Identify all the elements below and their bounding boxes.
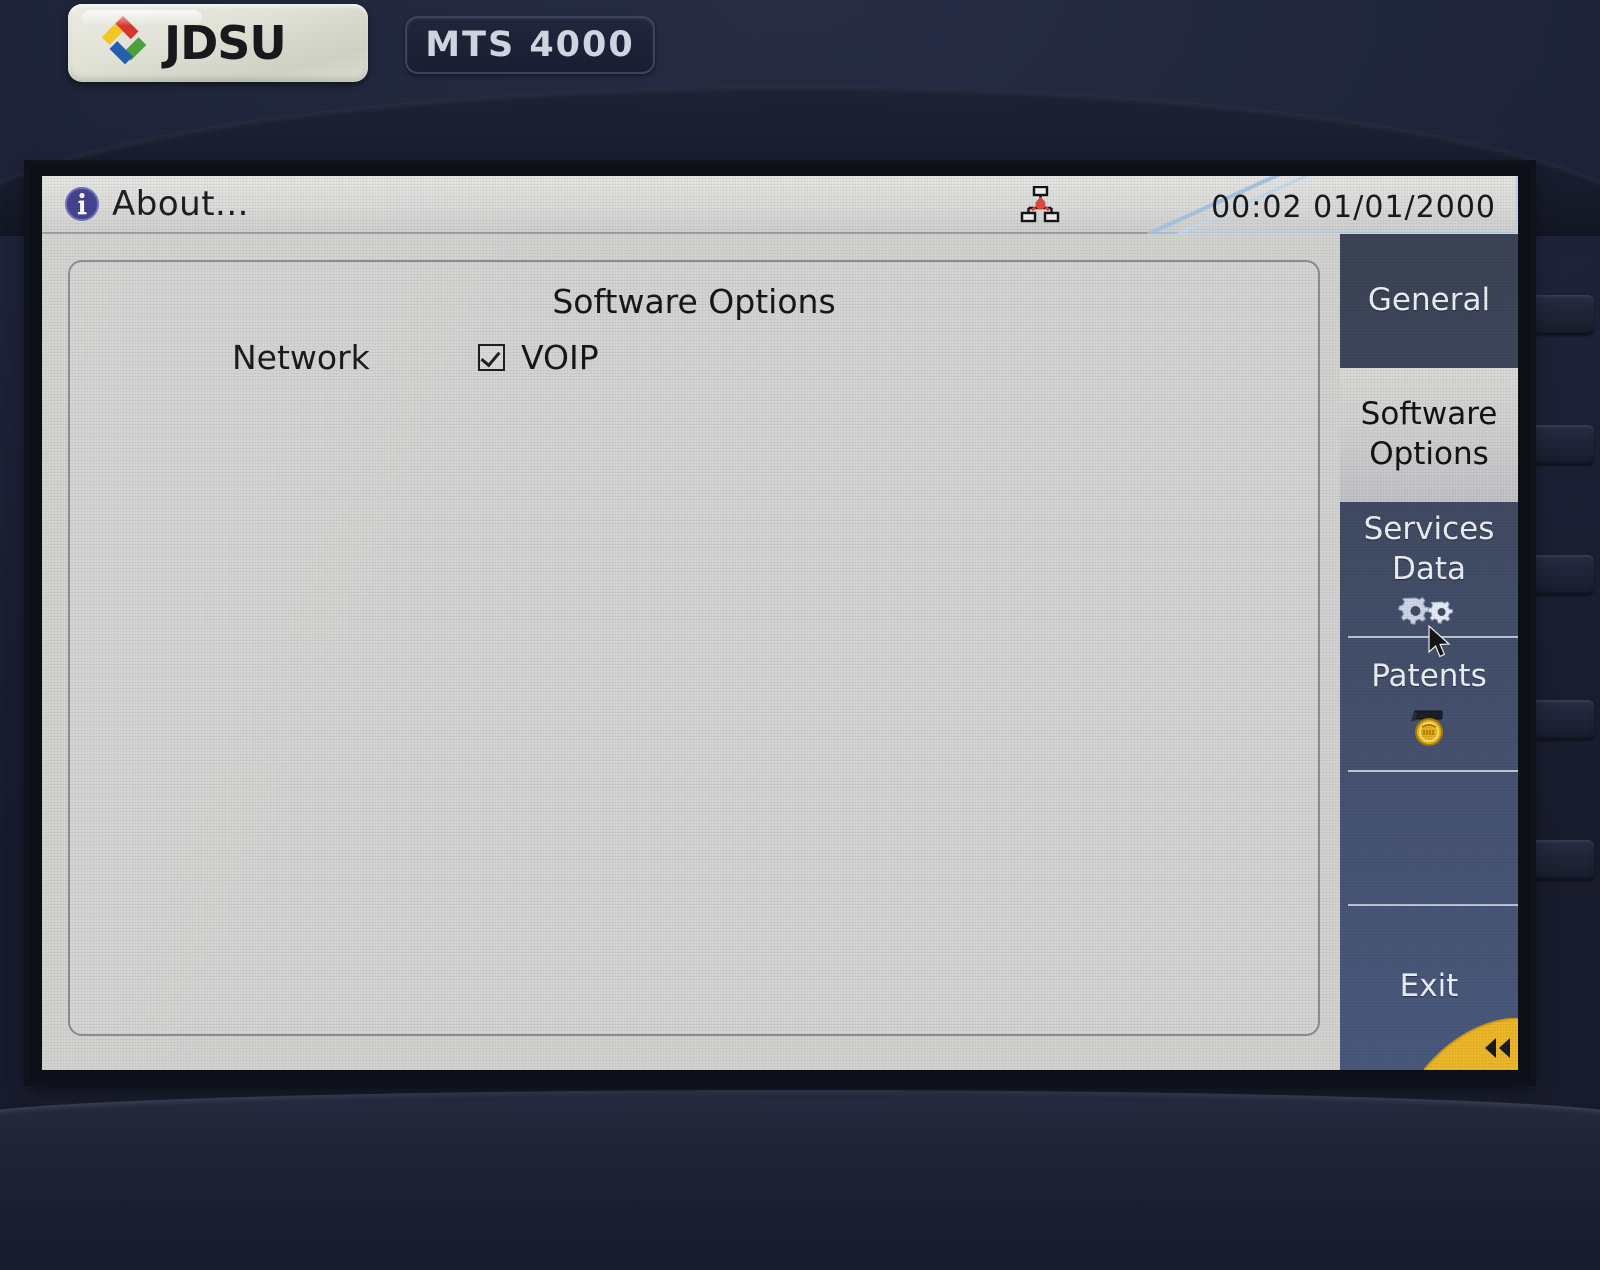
patent-seal-icon <box>1403 707 1455 749</box>
jdsu-wordmark: JDSU <box>164 16 286 70</box>
model-label: MTS 4000 <box>425 25 635 65</box>
back-button[interactable] <box>1424 1018 1518 1070</box>
device-chassis: JDSU MTS 4000 <box>0 0 1600 1200</box>
menu-divider <box>1348 904 1518 906</box>
hardware-key-5[interactable] <box>1520 840 1594 880</box>
mouse-cursor <box>1427 625 1453 659</box>
model-badge: MTS 4000 <box>405 16 655 74</box>
content-panel: Software Options Network VOIP <box>68 260 1320 1036</box>
hardware-key-4[interactable] <box>1520 700 1594 740</box>
panel-heading: Software Options <box>70 282 1318 321</box>
jdsu-diamond-logo-icon <box>94 12 156 74</box>
info-circle-icon <box>64 186 100 222</box>
sidebar-item-label: Patents <box>1371 657 1486 697</box>
titlebar: About... 00:02 01/01/2000 <box>42 176 1518 234</box>
menu-divider <box>1348 770 1518 772</box>
bezel-bottom <box>0 1090 1600 1270</box>
gears-icon <box>1398 594 1460 628</box>
workspace: Software Options Network VOIP General <box>42 234 1518 1070</box>
page-title: About... <box>112 184 249 224</box>
status-clock: 00:02 01/01/2000 <box>1211 190 1496 225</box>
sidebar-item-label: Services <box>1364 510 1495 550</box>
sidebar-item-general[interactable]: General <box>1340 234 1518 368</box>
hardware-key-3[interactable] <box>1520 555 1594 595</box>
hardware-key-1[interactable] <box>1520 295 1594 335</box>
checkbox-checked-icon[interactable] <box>478 344 505 371</box>
sidebar-item-software-options[interactable]: Software Options <box>1340 368 1518 502</box>
sidebar-item-blank[interactable] <box>1340 770 1518 904</box>
screen-bezel: About... 00:02 01/01/2000 <box>30 166 1530 1080</box>
sidebar-item-services-data[interactable]: Services Data <box>1340 502 1518 636</box>
option-label: VOIP <box>521 338 599 377</box>
jdsu-brand-badge: JDSU <box>68 4 368 82</box>
sidebar-item-label-line2: Options <box>1369 435 1489 475</box>
hardware-key-2[interactable] <box>1520 425 1594 465</box>
sidebar-item-label-line2: Data <box>1392 550 1466 590</box>
option-row-voip[interactable]: VOIP <box>478 338 599 377</box>
check-tick <box>481 347 501 368</box>
sidebar-item-label: General <box>1368 281 1490 321</box>
network-disconnected-icon[interactable] <box>1020 186 1060 224</box>
lcd-screen: About... 00:02 01/01/2000 <box>42 176 1518 1070</box>
sidebar-item-label: Exit <box>1400 967 1459 1007</box>
sidebar-item-label: Software <box>1361 395 1498 435</box>
option-group-label: Network <box>232 338 370 377</box>
